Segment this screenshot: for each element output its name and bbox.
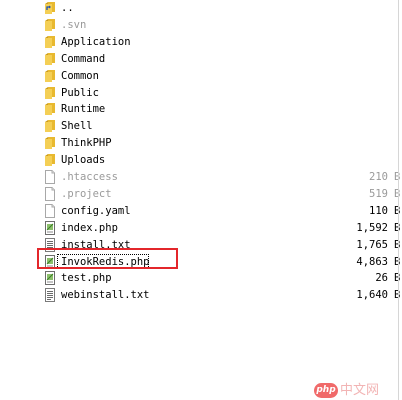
text-file-icon bbox=[44, 288, 56, 303]
file-name: test.php bbox=[61, 272, 112, 285]
folder-icon bbox=[44, 35, 56, 49]
folder-icon bbox=[44, 52, 56, 66]
file-name: Shell bbox=[61, 120, 93, 133]
watermark-text: 中文网 bbox=[340, 383, 380, 398]
folder-row[interactable]: ThinkPHP bbox=[0, 135, 402, 152]
file-size: 26 bbox=[375, 272, 388, 285]
folder-icon bbox=[44, 102, 56, 116]
folder-icon bbox=[44, 69, 56, 83]
php-file-icon bbox=[44, 271, 56, 286]
file-name: .svn bbox=[61, 18, 87, 31]
file-size: 1,765 bbox=[356, 238, 388, 251]
folder-row[interactable]: .svn bbox=[0, 17, 402, 34]
watermark-logo: php bbox=[314, 383, 338, 398]
folder-row[interactable]: Application bbox=[0, 34, 402, 51]
folder-row[interactable]: Public bbox=[0, 85, 402, 102]
file-name: .. bbox=[61, 2, 74, 14]
file-row[interactable]: webinstall.txt1,640B bbox=[0, 287, 402, 304]
file-row[interactable]: .project519B bbox=[0, 186, 402, 203]
file-icon bbox=[44, 203, 56, 218]
folder-icon bbox=[44, 119, 56, 133]
folder-row[interactable]: Common bbox=[0, 68, 402, 85]
folder-row[interactable]: Uploads bbox=[0, 152, 402, 169]
file-name: webinstall.txt bbox=[61, 289, 150, 302]
file-icon bbox=[44, 170, 56, 184]
file-row[interactable]: .htaccess210B bbox=[0, 169, 402, 186]
folder-row[interactable]: .. bbox=[0, 0, 402, 17]
file-name: index.php bbox=[61, 221, 118, 234]
up-folder-icon bbox=[44, 1, 56, 15]
file-size: 1,592 bbox=[356, 221, 388, 234]
file-name: Uploads bbox=[61, 154, 106, 167]
annotation-highlight-box bbox=[37, 248, 178, 269]
folder-icon bbox=[44, 136, 56, 150]
file-size: 210 bbox=[369, 171, 388, 183]
file-name: Runtime bbox=[61, 103, 106, 116]
folder-icon bbox=[44, 153, 56, 167]
folder-row[interactable]: Shell bbox=[0, 118, 402, 135]
file-name: Public bbox=[61, 86, 99, 99]
file-icon bbox=[44, 186, 56, 201]
file-name: Common bbox=[61, 69, 99, 82]
file-size: 1,640 bbox=[356, 289, 388, 302]
php-file-icon bbox=[44, 220, 56, 235]
file-name: config.yaml bbox=[61, 204, 131, 217]
file-row[interactable]: test.php26B bbox=[0, 270, 402, 287]
file-name: Application bbox=[61, 35, 131, 48]
file-size: 519 bbox=[369, 187, 388, 200]
column-divider bbox=[398, 0, 399, 400]
file-row[interactable]: index.php1,592B bbox=[0, 220, 402, 237]
file-size: 4,863 bbox=[356, 255, 388, 268]
file-name: ThinkPHP bbox=[61, 137, 112, 150]
folder-icon bbox=[44, 18, 56, 32]
file-row[interactable]: config.yaml110B bbox=[0, 203, 402, 220]
file-name: .htaccess bbox=[61, 171, 118, 183]
watermark: php 中文网 bbox=[314, 383, 402, 400]
folder-icon bbox=[44, 86, 56, 100]
file-browser: .. .svn Application Command Common Public Runt… bbox=[0, 0, 402, 400]
folder-row[interactable]: Runtime bbox=[0, 101, 402, 118]
file-name: .project bbox=[61, 187, 112, 200]
file-size: 110 bbox=[369, 204, 388, 217]
file-name: Command bbox=[61, 52, 106, 65]
folder-row[interactable]: Command bbox=[0, 51, 402, 68]
